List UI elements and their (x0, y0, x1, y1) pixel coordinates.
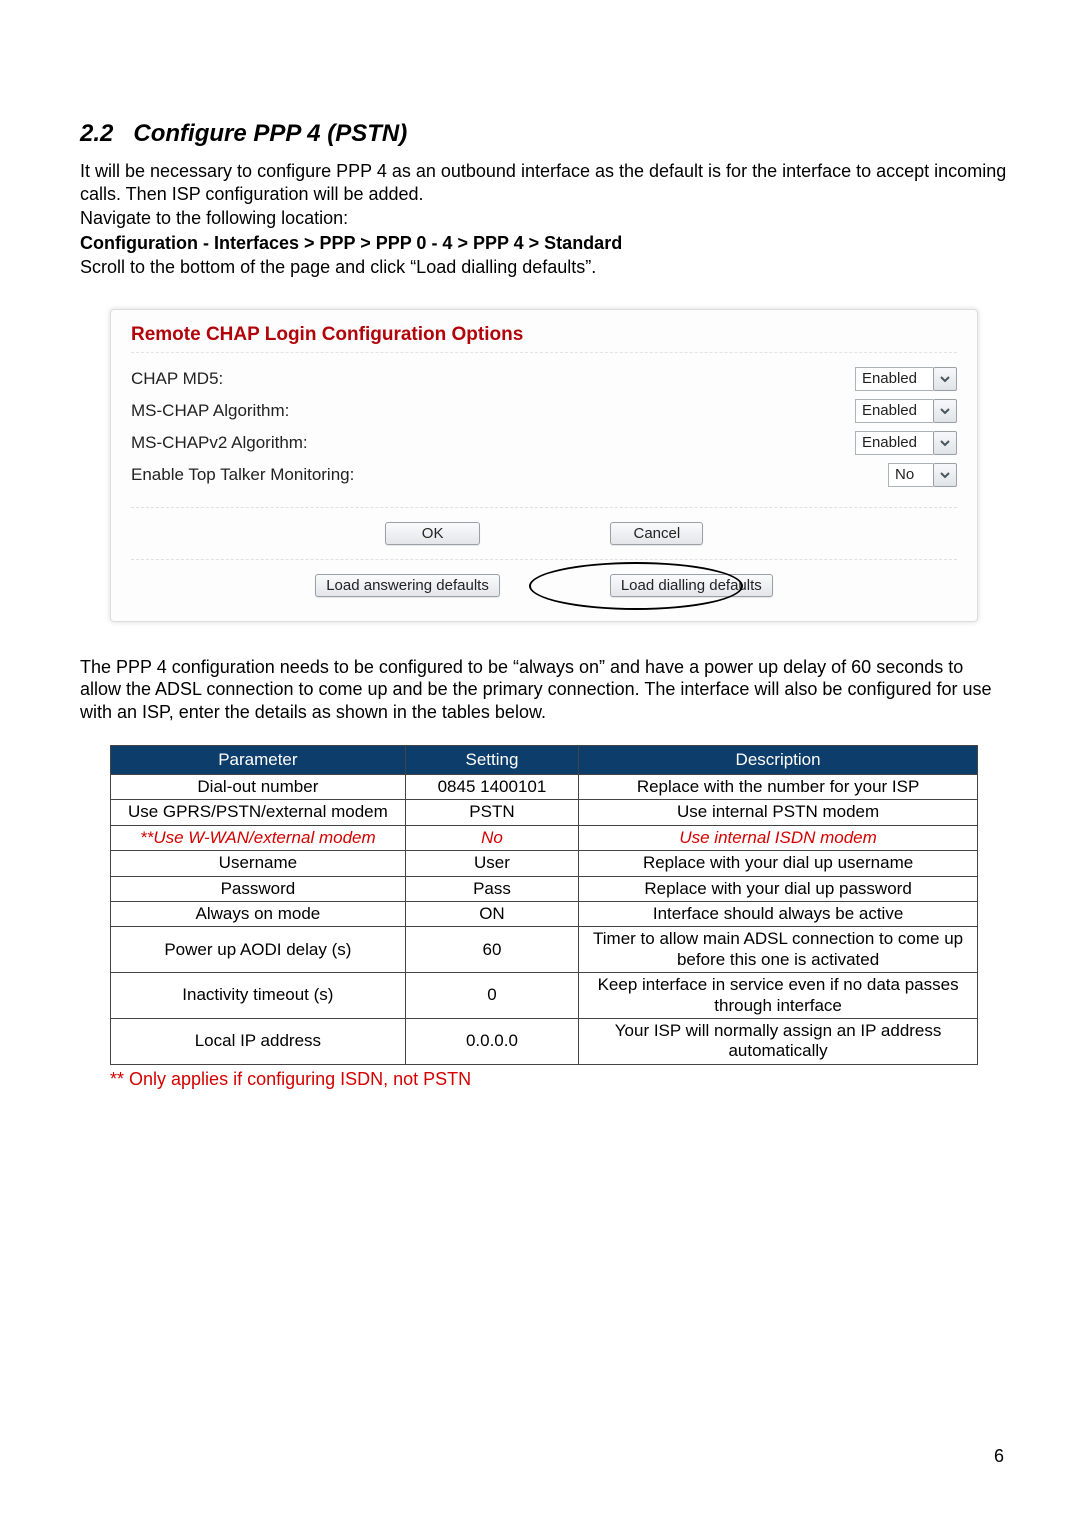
config-row-mschap: MS-CHAP Algorithm: Enabled (131, 395, 957, 427)
config-row-chap-md5: CHAP MD5: Enabled (131, 363, 957, 395)
config-screenshot-panel: Remote CHAP Login Configuration Options … (110, 309, 978, 622)
ok-button[interactable]: OK (385, 522, 481, 545)
cell-setting: 0 (405, 973, 578, 1019)
header-description: Description (579, 746, 978, 775)
chevron-down-icon[interactable] (933, 431, 957, 455)
cell-parameter: Username (111, 851, 406, 876)
cell-description: Replace with your dial up username (579, 851, 978, 876)
cell-description: Replace with the number for your ISP (579, 775, 978, 800)
document-page: 2.2 Configure PPP 4 (PSTN) It will be ne… (0, 0, 1080, 1527)
intro-paragraph-3: Scroll to the bottom of the page and cli… (80, 256, 1008, 279)
config-label: CHAP MD5: (131, 369, 855, 389)
cell-parameter: Password (111, 876, 406, 901)
cell-setting: 0.0.0.0 (405, 1018, 578, 1064)
section-title: Configure PPP 4 (PSTN) (133, 120, 407, 147)
cell-description: Timer to allow main ADSL connection to c… (579, 927, 978, 973)
section-heading: 2.2 Configure PPP 4 (PSTN) (80, 120, 1008, 148)
select-value: Enabled (855, 399, 933, 423)
cell-setting: No (405, 825, 578, 850)
cell-setting: ON (405, 901, 578, 926)
cell-description: Use internal ISDN modem (579, 825, 978, 850)
table-header-row: Parameter Setting Description (111, 746, 978, 775)
cell-parameter: Inactivity timeout (s) (111, 973, 406, 1019)
cell-description: Your ISP will normally assign an IP addr… (579, 1018, 978, 1064)
intro-paragraph-1: It will be necessary to configure PPP 4 … (80, 160, 1008, 205)
table-row: Local IP address0.0.0.0Your ISP will nor… (111, 1018, 978, 1064)
table-row: Use GPRS/PSTN/external modemPSTNUse inte… (111, 800, 978, 825)
mschapv2-select[interactable]: Enabled (855, 431, 957, 455)
table-row: **Use W-WAN/external modemNoUse internal… (111, 825, 978, 850)
section-number: 2.2 (80, 120, 113, 147)
header-parameter: Parameter (111, 746, 406, 775)
chevron-down-icon[interactable] (933, 399, 957, 423)
table-row: UsernameUserReplace with your dial up us… (111, 851, 978, 876)
cell-parameter: **Use W-WAN/external modem (111, 825, 406, 850)
cell-parameter: Dial-out number (111, 775, 406, 800)
table-row: Power up AODI delay (s)60Timer to allow … (111, 927, 978, 973)
config-row-mschapv2: MS-CHAPv2 Algorithm: Enabled (131, 427, 957, 459)
config-label: Enable Top Talker Monitoring: (131, 465, 888, 485)
cell-setting: Pass (405, 876, 578, 901)
parameter-table: Parameter Setting Description Dial-out n… (110, 745, 978, 1065)
top-talker-select[interactable]: No (888, 463, 957, 487)
cell-description: Replace with your dial up password (579, 876, 978, 901)
cell-description: Use internal PSTN modem (579, 800, 978, 825)
cell-setting: User (405, 851, 578, 876)
mschap-select[interactable]: Enabled (855, 399, 957, 423)
cell-description: Keep interface in service even if no dat… (579, 973, 978, 1019)
post-ui-paragraph: The PPP 4 configuration needs to be conf… (80, 656, 1008, 724)
chevron-down-icon[interactable] (933, 367, 957, 391)
config-row-top-talker: Enable Top Talker Monitoring: No (131, 459, 957, 491)
table-row: Dial-out number0845 1400101Replace with … (111, 775, 978, 800)
cell-parameter: Power up AODI delay (s) (111, 927, 406, 973)
cell-parameter: Local IP address (111, 1018, 406, 1064)
intro-paragraph-2: Navigate to the following location: (80, 207, 1008, 230)
header-setting: Setting (405, 746, 578, 775)
cell-parameter: Use GPRS/PSTN/external modem (111, 800, 406, 825)
table-row: Inactivity timeout (s)0Keep interface in… (111, 973, 978, 1019)
parameter-table-wrap: Parameter Setting Description Dial-out n… (110, 745, 978, 1065)
cell-description: Interface should always be active (579, 901, 978, 926)
load-dialling-defaults-button[interactable]: Load dialling defaults (610, 574, 773, 597)
cell-setting: PSTN (405, 800, 578, 825)
cell-setting: 0845 1400101 (405, 775, 578, 800)
config-label: MS-CHAPv2 Algorithm: (131, 433, 855, 453)
cell-parameter: Always on mode (111, 901, 406, 926)
load-defaults-row: Load answering defaults Load dialling de… (131, 559, 957, 597)
select-value: Enabled (855, 367, 933, 391)
load-answering-defaults-button[interactable]: Load answering defaults (315, 574, 500, 597)
chevron-down-icon[interactable] (933, 463, 957, 487)
ok-cancel-row: OK Cancel (131, 507, 957, 545)
table-row: PasswordPassReplace with your dial up pa… (111, 876, 978, 901)
table-footnote: ** Only applies if configuring ISDN, not… (110, 1069, 1008, 1090)
config-label: MS-CHAP Algorithm: (131, 401, 855, 421)
select-value: No (888, 463, 933, 487)
page-number: 6 (994, 1446, 1004, 1467)
config-breadcrumb: Configuration - Interfaces > PPP > PPP 0… (80, 232, 1008, 255)
cell-setting: 60 (405, 927, 578, 973)
table-row: Always on modeONInterface should always … (111, 901, 978, 926)
chap-md5-select[interactable]: Enabled (855, 367, 957, 391)
cancel-button[interactable]: Cancel (610, 522, 703, 545)
select-value: Enabled (855, 431, 933, 455)
panel-title: Remote CHAP Login Configuration Options (131, 320, 957, 353)
